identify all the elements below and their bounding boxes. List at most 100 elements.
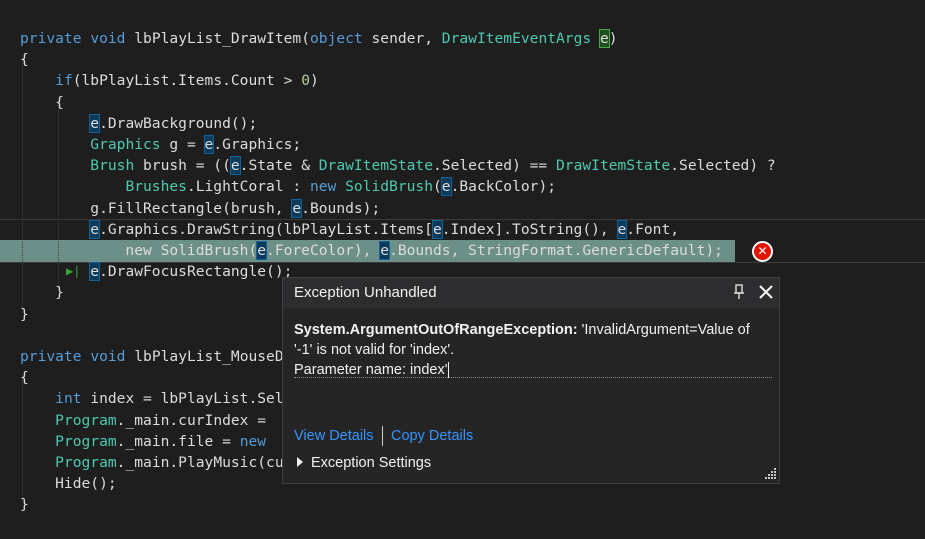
code-token: g =	[160, 136, 205, 153]
link-separator	[382, 426, 383, 446]
code-token: e	[440, 177, 452, 197]
code-token: .Graphics;	[213, 136, 302, 153]
message-underline	[294, 377, 772, 378]
code-text: Hide();	[20, 473, 117, 494]
code-text: g.FillRectangle(brush, e.Bounds);	[20, 198, 380, 219]
code-line[interactable]: if(lbPlayList.Items.Count > 0)	[0, 70, 925, 91]
code-token: .Selected) ==	[433, 157, 557, 175]
exception-message[interactable]: System.ArgumentOutOfRangeException: 'Inv…	[294, 320, 772, 380]
code-line[interactable]: Brushes.LightCoral : new SolidBrush(e.Ba…	[0, 176, 925, 197]
exception-settings-label: Exception Settings	[311, 455, 432, 471]
code-token: Hide();	[20, 475, 117, 493]
popup-header: Exception Unhandled	[283, 278, 779, 308]
code-token: ._main.file =	[116, 432, 240, 450]
code-text: Brush brush = ((e.State & DrawItemState.…	[20, 155, 776, 176]
code-line[interactable]: e.Graphics.DrawString(lbPlayList.Items[e…	[0, 219, 925, 240]
code-text: Program._main.curIndex =	[20, 410, 275, 431]
copy-details-link[interactable]: Copy Details	[391, 428, 473, 444]
code-text: e.DrawFocusRectangle();	[20, 261, 292, 282]
code-text: }	[20, 282, 64, 303]
popup-title: Exception Unhandled	[294, 284, 437, 301]
code-token: {	[20, 369, 29, 387]
code-token: void	[90, 30, 126, 47]
close-icon[interactable]	[757, 283, 775, 301]
code-token: (lbPlayList.Items.Count >	[72, 72, 302, 90]
code-token: SolidBrush	[345, 178, 433, 196]
code-token: e	[89, 113, 101, 133]
code-token: new SolidBrush(	[20, 242, 258, 259]
code-token: if	[55, 72, 73, 90]
code-token: DrawItemState	[556, 157, 671, 175]
code-text: e.Graphics.DrawString(lbPlayList.Items[e…	[20, 219, 679, 240]
code-token: Program	[55, 411, 117, 429]
code-line[interactable]: {	[0, 92, 925, 113]
expand-triangle-icon	[297, 457, 303, 468]
code-line[interactable]: {	[0, 49, 925, 70]
code-line[interactable]: Brush brush = ((e.State & DrawItemState.…	[0, 155, 925, 176]
code-token: g.FillRectangle(brush,	[20, 199, 293, 217]
code-text: {	[20, 367, 29, 388]
code-text: Program._main.PlayMusic(cu	[20, 452, 283, 473]
exception-parameter: Parameter name: index'	[294, 362, 448, 378]
view-details-link[interactable]: View Details	[294, 428, 374, 444]
code-text: new SolidBrush(e.ForeColor), e.Bounds, S…	[20, 240, 723, 261]
code-token: .Font,	[626, 220, 680, 238]
code-line[interactable]: }	[0, 494, 925, 515]
code-token: e	[379, 241, 391, 260]
code-token: {	[20, 51, 29, 69]
code-token: .State &	[239, 157, 319, 175]
code-line[interactable]: Graphics g = e.Graphics;	[0, 134, 925, 155]
code-token: e	[431, 219, 443, 239]
code-token: .Bounds, StringFormat.GenericDefault);	[389, 242, 723, 259]
code-token: sender,	[362, 30, 442, 47]
code-token: private	[20, 348, 82, 365]
code-token: .LightCoral :	[186, 178, 310, 196]
code-line[interactable]: private void lbPlayList_DrawItem(object …	[0, 28, 925, 49]
exception-type: System.ArgumentOutOfRangeException:	[294, 322, 578, 338]
code-token: .Graphics.DrawString(lbPlayList.Items[	[99, 220, 433, 238]
code-token: }	[20, 284, 64, 302]
code-token: 0	[301, 72, 310, 90]
code-token: (	[433, 178, 442, 196]
code-text: {	[20, 92, 64, 113]
code-token: Brush	[90, 157, 135, 175]
code-token: e	[89, 262, 101, 282]
code-line[interactable]: new SolidBrush(e.ForeColor), e.Bounds, S…	[0, 240, 925, 261]
code-token: Program	[55, 432, 117, 450]
code-text: {	[20, 49, 29, 70]
code-token: lbPlayList_MouseD	[134, 348, 284, 365]
code-line[interactable]: e.DrawBackground();	[0, 113, 925, 134]
pin-icon[interactable]	[732, 283, 746, 301]
code-token: e	[203, 135, 215, 154]
code-token: Brushes	[125, 178, 187, 196]
code-token: object	[310, 30, 363, 47]
code-line[interactable]: g.FillRectangle(brush, e.Bounds);	[0, 198, 925, 219]
code-token: e	[616, 219, 628, 239]
code-text: e.DrawBackground();	[20, 113, 257, 134]
code-token: e	[89, 219, 101, 239]
resize-grip-icon[interactable]	[763, 466, 777, 480]
code-token: new	[239, 432, 267, 450]
code-token: e	[256, 241, 268, 260]
code-token: ._main.curIndex =	[116, 411, 275, 429]
code-token: e	[598, 29, 610, 48]
code-text: private void lbPlayList_MouseD	[20, 346, 284, 367]
next-statement-arrow-icon[interactable]: ▶|	[66, 264, 80, 278]
code-token: private	[20, 30, 82, 47]
exception-settings-expander[interactable]: Exception Settings	[297, 455, 431, 471]
code-token: Program	[55, 454, 117, 471]
code-text: private void lbPlayList_DrawItem(object …	[20, 28, 618, 49]
code-token: int	[55, 390, 82, 408]
